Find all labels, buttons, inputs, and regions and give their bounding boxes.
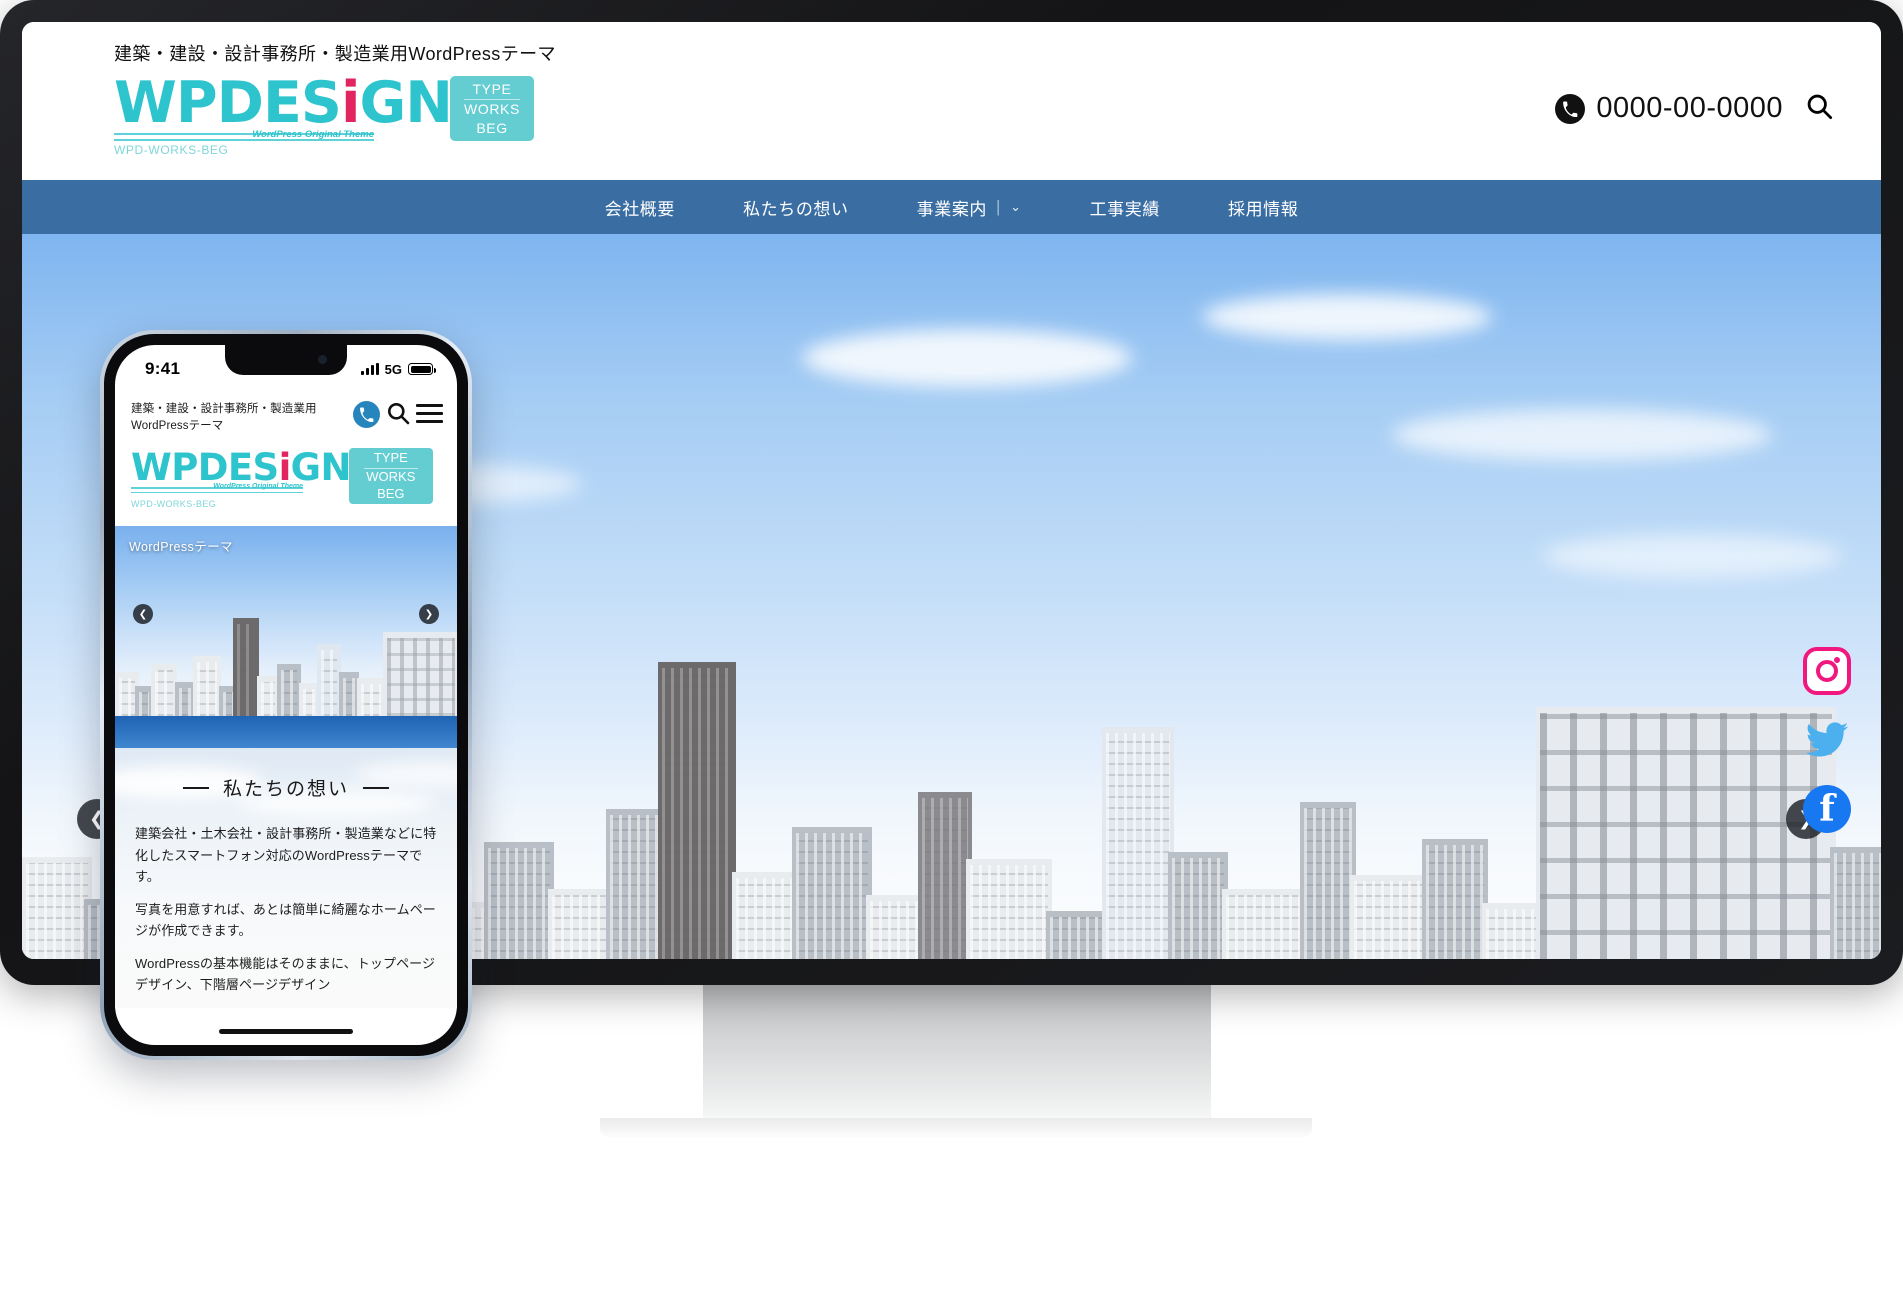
cloud (802, 329, 1132, 387)
title-dash-right (363, 786, 389, 789)
cloud (1392, 409, 1772, 461)
mobile-paragraph-0: 建築会社・土木会社・設計事務所・製造業などに特化したスマートフォン対応のWord… (135, 826, 437, 884)
m-next-glyph: ❯ (424, 608, 434, 620)
mobile-blue-band (115, 716, 457, 749)
mobile-hero-carousel: WordPressテーマ ❮ ❯ (115, 526, 457, 717)
nav-item-2[interactable]: 事業案内 | ⌄ (883, 195, 1056, 220)
status-time: 9:41 (145, 359, 181, 378)
nav-item-0[interactable]: 会社概要 (571, 195, 709, 220)
logo-wordmark: WPDESiGN (114, 75, 453, 132)
front-camera-icon (318, 355, 327, 364)
mobile-section-title: 私たちの想い (135, 774, 437, 801)
hamburger-menu-icon[interactable] (416, 404, 443, 423)
logo-mark: WPDESiGN WPD-WORKS-BEG WordPress Origina… (114, 75, 453, 158)
m-badge-3: BEG (377, 485, 405, 501)
m-sub-left: WPD-WORKS-BEG (131, 499, 217, 510)
mobile-cityscape (115, 616, 457, 717)
phone-screen: 9:41 5G 建築・建設・設計事務所・製造業用WordPressテーマ WPD… (115, 345, 457, 1045)
main-navigation: 会社概要 私たちの想い 事業案内 | ⌄ 工事実績 採用情報 (22, 180, 1881, 234)
logo-word-i: i (340, 70, 361, 136)
site-header: 建築・建設・設計事務所・製造業用WordPressテーマ WPDESiGN WP… (22, 22, 1881, 180)
search-icon[interactable] (1805, 92, 1833, 125)
phone-number: 0000-00-0000 (1596, 92, 1783, 124)
cloud (1542, 534, 1842, 578)
m-badge-2: WORKS (366, 468, 416, 484)
instagram-icon[interactable] (1803, 647, 1851, 695)
mobile-tagline: 建築・建設・設計事務所・製造業用WordPressテーマ (131, 403, 317, 432)
nav-label-2: 事業案内 (916, 199, 988, 219)
chevron-down-icon[interactable]: ⌄ (1010, 199, 1022, 215)
nav-label-1: 私たちの想い (743, 199, 849, 219)
mobile-paragraph-2: WordPressの基本機能はそのままに、トップページデザイン、下階層ページデザ… (135, 956, 436, 993)
mobile-section-title-text: 私たちの想い (222, 779, 349, 801)
logo-badge-line3: BEG (476, 119, 508, 136)
logo-badge-line1: TYPE (463, 80, 521, 101)
m-sub-right: WordPress Original Theme (213, 483, 303, 491)
phone-bezel: 9:41 5G 建築・建設・設計事務所・製造業用WordPressテーマ WPD… (104, 334, 468, 1056)
social-rail: f (1803, 647, 1851, 833)
monitor-foot (600, 1118, 1312, 1138)
phone-notch (225, 345, 347, 375)
header-right: 0000-00-0000 (1555, 92, 1833, 125)
site-tagline: 建築・建設・設計事務所・製造業用WordPressテーマ (114, 44, 556, 64)
monitor-stand (703, 975, 1211, 1127)
mobile-logo-subtext: WPD-WORKS-BEG WordPress Original Theme (131, 483, 303, 512)
mobile-logo-wordmark: WPDESiGN (131, 449, 351, 486)
logo-sub-right: WordPress Original Theme (252, 129, 374, 141)
nav-item-3[interactable]: 工事実績 (1056, 195, 1194, 220)
header-phone[interactable]: 0000-00-0000 (1555, 92, 1783, 125)
logo-subtext: WPD-WORKS-BEG WordPress Original Theme (114, 129, 374, 158)
phone-mockup: 9:41 5G 建築・建設・設計事務所・製造業用WordPressテーマ WPD… (100, 330, 472, 1060)
mobile-phone-icon[interactable] (353, 401, 380, 428)
m-badge-1: TYPE (363, 450, 418, 469)
site-logo[interactable]: WPDESiGN WPD-WORKS-BEG WordPress Origina… (114, 75, 556, 158)
brand-block: 建築・建設・設計事務所・製造業用WordPressテーマ WPDESiGN WP… (114, 40, 556, 157)
network-label: 5G (384, 361, 402, 377)
cloud (1202, 294, 1492, 340)
nav-separator: | (996, 197, 1002, 216)
nav-label-4: 採用情報 (1227, 199, 1299, 219)
mobile-about-section: 私たちの想い 建築会社・土木会社・設計事務所・製造業などに特化したスマートフォン… (115, 748, 457, 1008)
mobile-header: 建築・建設・設計事務所・製造業用WordPressテーマ (115, 387, 457, 444)
mobile-paragraph-1: 写真を用意すれば、あとは簡単に綺麗なホームページが作成できます。 (135, 901, 436, 939)
logo-word-post: GN (359, 70, 453, 136)
mobile-section-body: 建築会社・土木会社・設計事務所・製造業などに特化したスマートフォン対応のWord… (135, 823, 437, 995)
m-prev-glyph: ❮ (138, 608, 148, 620)
mobile-search-icon[interactable] (386, 401, 410, 430)
title-dash-left (182, 786, 209, 789)
mobile-logo-mark: WPDESiGN WPD-WORKS-BEG WordPress Origina… (131, 449, 351, 512)
nav-label-0: 会社概要 (604, 199, 676, 219)
logo-badge: TYPE WORKS BEG (450, 76, 534, 142)
status-indicators: 5G (360, 361, 436, 377)
mobile-logo-row: WPDESiGN WPD-WORKS-BEG WordPress Origina… (131, 448, 443, 512)
phone-icon (1555, 93, 1586, 124)
showcase-scene: 建築・建設・設計事務所・製造業用WordPressテーマ WPDESiGN WP… (0, 0, 1903, 1300)
nav-item-4[interactable]: 採用情報 (1194, 195, 1332, 220)
mobile-rule-2 (131, 491, 303, 494)
logo-word-pre: WPDES (114, 70, 342, 136)
twitter-icon[interactable] (1803, 716, 1851, 764)
nav-label-3: 工事実績 (1089, 199, 1160, 219)
facebook-glyph: f (1819, 788, 1835, 830)
logo-badge-line2: WORKS (464, 101, 520, 118)
nav-item-1[interactable]: 私たちの想い (709, 195, 883, 220)
facebook-icon[interactable]: f (1803, 785, 1851, 833)
battery-icon (408, 363, 436, 375)
mobile-hero-label: WordPressテーマ (129, 540, 233, 555)
mobile-logo-badge: TYPE WORKS BEG (348, 448, 433, 505)
logo-sub-left: WPD-WORKS-BEG (114, 143, 229, 158)
home-indicator[interactable] (219, 1029, 353, 1034)
mobile-logo[interactable]: WPDESiGN WPD-WORKS-BEG WordPress Origina… (115, 444, 457, 526)
signal-bars-icon (360, 363, 379, 375)
